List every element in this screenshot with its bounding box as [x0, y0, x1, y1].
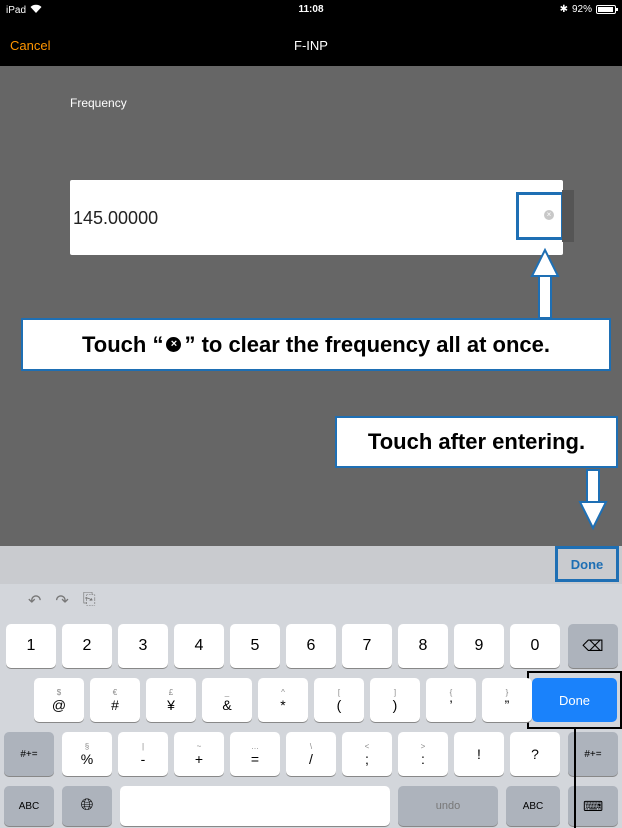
key[interactable]: [(	[314, 678, 364, 722]
key-main-label: %	[80, 750, 94, 767]
key-alt-label: €	[112, 687, 118, 697]
key[interactable]: ])	[370, 678, 420, 722]
keyboard-hide-icon: ⌨	[582, 797, 604, 814]
key-main-label: +	[194, 750, 204, 767]
callout-leader-line	[574, 729, 576, 828]
key[interactable]: §%	[62, 732, 112, 776]
key-alt-label: [	[337, 687, 341, 697]
arrow-up-icon	[530, 247, 560, 319]
key-alt-label: ]	[393, 687, 397, 697]
undo-icon[interactable]: ↶	[28, 591, 41, 611]
key-alt-label: |	[141, 741, 145, 751]
callout-done-hint: Touch after entering.	[335, 416, 618, 468]
shortcut-bar: ↶ ↷ ⎘	[28, 591, 96, 611]
key-main-label: ’	[449, 696, 453, 713]
globe-key[interactable]: 🌐︎	[62, 786, 112, 826]
key[interactable]: \ /	[286, 732, 336, 776]
abc-key-left[interactable]: ABC	[4, 786, 54, 826]
key-main-label: -	[140, 750, 146, 767]
keyboard: Done ↶ ↷ ⎘ ⌫ Done #+= #+= ABC 🌐︎ undo AB…	[0, 546, 622, 828]
key[interactable]: ?	[510, 732, 560, 776]
key[interactable]: 7	[342, 624, 392, 668]
key-main-label: #	[111, 696, 119, 713]
backspace-key[interactable]: ⌫	[568, 624, 618, 668]
key-main-label: *	[280, 696, 286, 713]
symbols-key-left[interactable]: #+=	[4, 732, 54, 776]
abc-key-right[interactable]: ABC	[506, 786, 560, 826]
key-main-label: @	[51, 696, 67, 713]
key-alt-label: >	[420, 741, 426, 751]
key-main-label: ?	[531, 746, 539, 762]
key-main-label: (	[336, 696, 342, 713]
key[interactable]: 5	[230, 624, 280, 668]
key[interactable]: £ ¥	[146, 678, 196, 722]
key[interactable]: <;	[342, 732, 392, 776]
key-alt-label: {	[449, 687, 453, 697]
key-alt-label: §	[84, 741, 90, 751]
key-alt-label: $	[56, 687, 62, 697]
key[interactable]: … =	[230, 732, 280, 776]
clear-icon: ×	[166, 337, 182, 352]
key[interactable]: !	[454, 732, 504, 776]
key-alt-label: \	[309, 741, 313, 751]
key[interactable]: 3	[118, 624, 168, 668]
key[interactable]: | -	[118, 732, 168, 776]
key[interactable]: 9	[454, 624, 504, 668]
done-key[interactable]: Done	[532, 678, 617, 722]
key[interactable]: 4	[174, 624, 224, 668]
key-alt-label: _	[224, 687, 230, 697]
key-main-label: /	[309, 750, 313, 767]
globe-icon: 🌐︎	[80, 797, 94, 814]
paste-icon[interactable]: ⎘	[83, 591, 96, 611]
key-main-label: :	[421, 750, 425, 767]
key-alt-label: }	[505, 687, 509, 697]
space-key[interactable]	[120, 786, 390, 826]
key[interactable]: {’	[426, 678, 476, 722]
key[interactable]: $ @	[34, 678, 84, 722]
callout-clear-hint: Touch “×” to clear the frequency all at …	[21, 318, 611, 371]
key[interactable]: € #	[90, 678, 140, 722]
key-main-label: ”	[504, 696, 510, 713]
key[interactable]: _ &	[202, 678, 252, 722]
arrow-down-icon	[578, 469, 608, 531]
key[interactable]: 6	[286, 624, 336, 668]
key-alt-label: ^	[281, 687, 285, 697]
backspace-icon: ⌫	[582, 638, 604, 655]
key-alt-label: ~	[196, 741, 202, 751]
key[interactable]: 1	[6, 624, 56, 668]
key[interactable]: 2	[62, 624, 112, 668]
keyboard-toolbar	[0, 546, 622, 584]
key-alt-label: <	[364, 741, 370, 751]
key[interactable]: >:	[398, 732, 448, 776]
key[interactable]: ^ *	[258, 678, 308, 722]
undo-key[interactable]: undo	[398, 786, 498, 826]
key[interactable]: }”	[482, 678, 532, 722]
key-alt-label: …	[251, 741, 259, 751]
key[interactable]: 8	[398, 624, 448, 668]
redo-icon[interactable]: ↷	[55, 591, 68, 611]
key-main-label: )	[392, 696, 398, 713]
key-main-label: !	[477, 746, 481, 762]
toolbar-done-button[interactable]: Done	[555, 546, 619, 582]
key-main-label: ;	[365, 750, 369, 767]
key-main-label: &	[222, 696, 232, 713]
key[interactable]: 0	[510, 624, 560, 668]
key[interactable]: ~ +	[174, 732, 224, 776]
key-main-label: =	[250, 750, 260, 767]
key-main-label: ¥	[167, 696, 175, 713]
key-alt-label: £	[168, 687, 174, 697]
